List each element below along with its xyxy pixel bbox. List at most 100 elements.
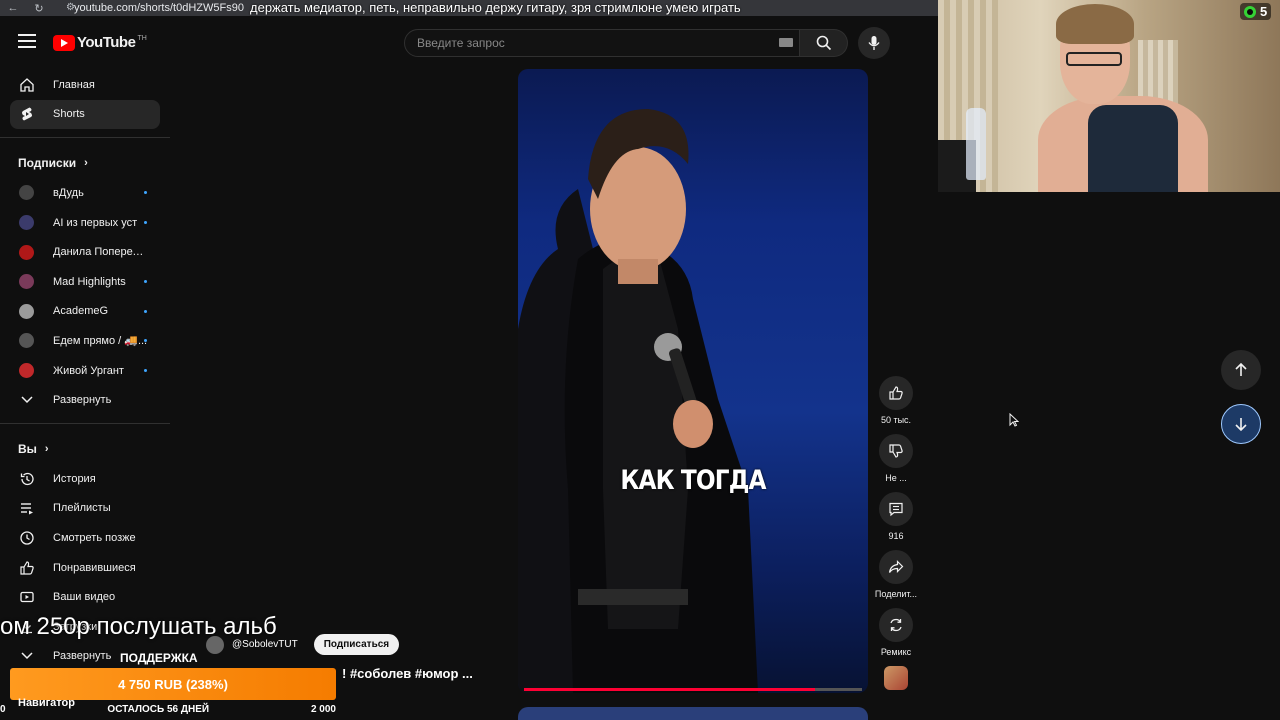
youtube-play-icon xyxy=(53,34,75,51)
donation-min: 0 xyxy=(0,704,6,715)
remix-icon xyxy=(890,618,902,632)
youtube-logo[interactable]: YouTube TH xyxy=(53,34,147,51)
sidebar-item-home[interactable]: Главная xyxy=(0,70,170,100)
chevron-right-icon: › xyxy=(84,157,88,170)
like-button[interactable] xyxy=(879,376,913,410)
channel-avatar xyxy=(19,215,34,231)
sidebar-item-history[interactable]: История xyxy=(0,464,170,494)
channel-avatar xyxy=(19,303,34,319)
new-content-dot xyxy=(144,368,147,372)
keyboard-icon[interactable] xyxy=(779,38,793,47)
sidebar-item-channel[interactable]: Живой Ургант xyxy=(0,356,170,386)
sidebar-divider xyxy=(0,422,170,424)
viewers-icon xyxy=(1244,5,1256,18)
share-icon xyxy=(888,560,904,573)
channel-name: Mad Highlights xyxy=(53,275,126,288)
dislike-button[interactable] xyxy=(879,434,913,468)
search-button[interactable] xyxy=(800,29,848,57)
sidebar-divider xyxy=(0,137,170,139)
sidebar-item-watch-later[interactable]: Смотреть позже xyxy=(0,523,170,553)
channel-name: Едем прямо / 🚚... xyxy=(53,335,148,348)
navigator-label[interactable]: Навигатор xyxy=(18,697,75,709)
sidebar-item-channel[interactable]: вДудь xyxy=(0,178,170,208)
donation-goal: 2 000 xyxy=(310,704,336,715)
back-icon[interactable]: ← xyxy=(0,2,26,14)
you-title: Вы xyxy=(18,441,37,456)
dislike-label: Не ... xyxy=(885,473,907,483)
arrow-down-icon xyxy=(1235,418,1247,432)
voice-search-button[interactable] xyxy=(858,27,890,59)
sound-avatar[interactable] xyxy=(884,666,908,690)
channel-avatar-slot xyxy=(18,362,35,379)
donation-amount: 4 750 RUB (238%) xyxy=(10,668,336,700)
sidebar-item-liked[interactable]: Понравившиеся xyxy=(0,553,170,583)
clock-icon xyxy=(18,529,35,546)
sidebar-item-label: Ваши видео xyxy=(53,591,116,604)
video-title[interactable]: ! #соболев #юмор ... xyxy=(342,666,473,681)
microphone-icon xyxy=(868,36,880,50)
chevron-down-icon xyxy=(18,392,35,409)
sidebar-item-label: История xyxy=(53,472,96,485)
webcam-bottle xyxy=(966,108,986,180)
search-input[interactable] xyxy=(417,36,757,50)
sidebar-item-channel[interactable]: Едем прямо / 🚚... xyxy=(0,326,170,356)
channel-avatar-slot xyxy=(18,244,35,261)
menu-icon[interactable] xyxy=(18,34,36,48)
history-icon xyxy=(18,470,35,487)
thumb-up-icon xyxy=(18,559,35,576)
you-heading[interactable]: Вы › xyxy=(0,434,170,464)
subscriptions-title: Подписки xyxy=(18,156,77,171)
donation-days-left: ОСТАЛОСЬ 56 ДНЕЙ xyxy=(107,704,210,715)
logo-region: TH xyxy=(137,35,147,42)
sidebar-item-channel[interactable]: AcademeG xyxy=(0,297,170,327)
sidebar-item-channel[interactable]: AI из первых уст xyxy=(0,208,170,238)
sidebar-item-label: Shorts xyxy=(53,108,85,121)
sidebar-item-shorts[interactable]: Shorts xyxy=(10,99,160,130)
mouse-cursor-icon xyxy=(1009,413,1019,427)
donation-title: ПОДДЕРЖКА xyxy=(120,651,198,665)
sidebar-item-playlists[interactable]: Плейлисты xyxy=(0,494,170,524)
sidebar-expand-button[interactable]: Развернуть xyxy=(0,385,170,415)
like-action: 50 тыс. xyxy=(872,376,920,434)
previous-video-button[interactable] xyxy=(1221,350,1261,390)
subscriptions-heading[interactable]: Подписки › xyxy=(0,148,170,178)
next-video-preview[interactable] xyxy=(518,707,868,720)
streamer-webcam xyxy=(938,0,1280,192)
search-icon xyxy=(816,35,831,51)
sidebar-item-label: Главная xyxy=(53,78,95,91)
next-video-button[interactable] xyxy=(1221,404,1261,444)
share-button[interactable] xyxy=(879,550,913,584)
logo-text: YouTube xyxy=(77,34,136,51)
channel-avatar xyxy=(19,363,34,379)
shorts-action-bar: 50 тыс. Не ... 916 Поделит... Ремикс xyxy=(872,376,920,690)
sidebar-item-channel[interactable]: Данила Поперечн... xyxy=(0,237,170,267)
webcam-person-shirt xyxy=(1088,105,1178,192)
video-caption: КАК ТОГДА xyxy=(620,465,766,496)
comments-button[interactable] xyxy=(879,492,913,526)
comment-icon xyxy=(889,502,903,517)
shorts-video-player[interactable]: КАК ТОГДА xyxy=(518,69,868,693)
channel-avatar xyxy=(19,244,34,260)
reload-icon[interactable]: ↻ xyxy=(26,2,52,15)
channel-avatar xyxy=(19,333,34,349)
sidebar-item-your-videos[interactable]: Ваши видео xyxy=(0,582,170,612)
sidebar-item-label: Смотреть позже xyxy=(53,531,136,544)
arrow-up-icon xyxy=(1235,362,1247,376)
channel-avatar xyxy=(19,185,34,201)
site-settings-icon[interactable]: ⚙ xyxy=(66,2,75,13)
search-box xyxy=(404,29,800,57)
page: ← ↻ ⚙ youtube.com/shorts/t0dHZW5Fs90 дер… xyxy=(0,0,1280,720)
comments-action: 916 xyxy=(872,492,920,550)
remix-button[interactable] xyxy=(879,608,913,642)
new-content-dot xyxy=(144,220,147,224)
remix-action: Ремикс xyxy=(872,608,920,666)
url-text[interactable]: youtube.com/shorts/t0dHZW5Fs90 xyxy=(74,2,244,14)
stream-ticker-text: держать медиатор, петь, неправильно держ… xyxy=(250,0,741,15)
viewer-count-badge: 5 xyxy=(1240,3,1272,20)
sidebar-item-channel[interactable]: Mad Highlights xyxy=(0,267,170,297)
sidebar-item-label: Понравившиеся xyxy=(53,561,136,574)
channel-avatar-slot xyxy=(18,332,35,349)
share-action: Поделит... xyxy=(872,550,920,608)
channel-name: Данила Поперечн... xyxy=(53,246,149,259)
channel-avatar-slot xyxy=(18,214,35,231)
